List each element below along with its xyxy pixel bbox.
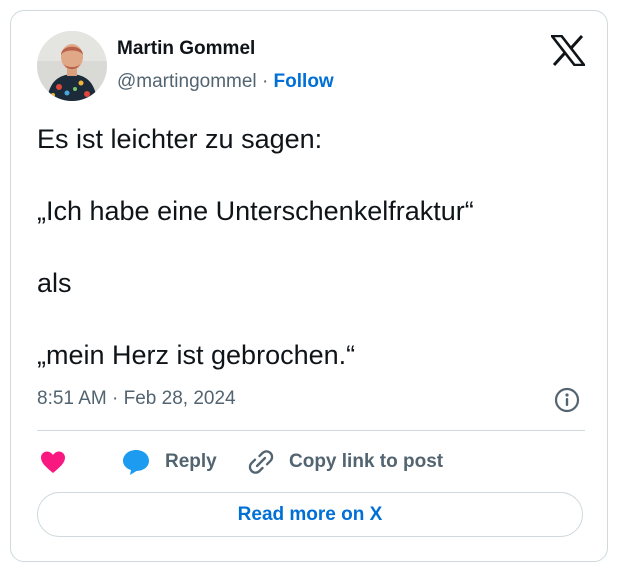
tweet-text-line-3: als — [37, 268, 72, 298]
tweet-text-line-1: Es ist leichter zu sagen: — [37, 124, 323, 154]
author-name[interactable]: Martin Gommel — [117, 38, 255, 60]
divider — [37, 430, 585, 431]
read-more-button[interactable]: Read more on X — [37, 492, 583, 537]
author-handle-row: @martingommel · Follow — [117, 71, 334, 93]
x-logo-icon[interactable] — [549, 34, 587, 67]
copy-link-label: Copy link to post — [289, 451, 444, 472]
reply-bubble-icon — [123, 450, 149, 475]
link-icon — [248, 450, 274, 474]
like-button[interactable] — [39, 447, 67, 477]
avatar-image — [37, 31, 107, 101]
tweet-text-line-4: „mein Herz ist gebrochen.“ — [37, 340, 356, 370]
copy-link-button[interactable]: Copy link to post — [247, 447, 443, 477]
tweet-date: Feb 28, 2024 — [123, 388, 236, 409]
follow-link[interactable]: Follow — [274, 71, 334, 92]
tweet-timestamp[interactable]: 8:51 AM · Feb 28, 2024 — [37, 388, 236, 410]
avatar[interactable] — [37, 31, 107, 101]
author-handle[interactable]: @martingommel — [117, 71, 257, 92]
tweet-time: 8:51 AM — [37, 388, 107, 409]
heart-icon — [41, 451, 65, 473]
reply-button[interactable]: Reply — [121, 447, 217, 477]
handle-separator: · — [261, 71, 269, 92]
info-icon[interactable] — [554, 387, 580, 413]
tweet-card: Martin Gommel @martingommel · Follow Es … — [10, 10, 608, 562]
tweet-text-line-2: „Ich habe eine Unterschenkelfraktur“ — [37, 196, 474, 226]
timestamp-separator: · — [112, 388, 119, 409]
reply-label: Reply — [165, 451, 217, 472]
